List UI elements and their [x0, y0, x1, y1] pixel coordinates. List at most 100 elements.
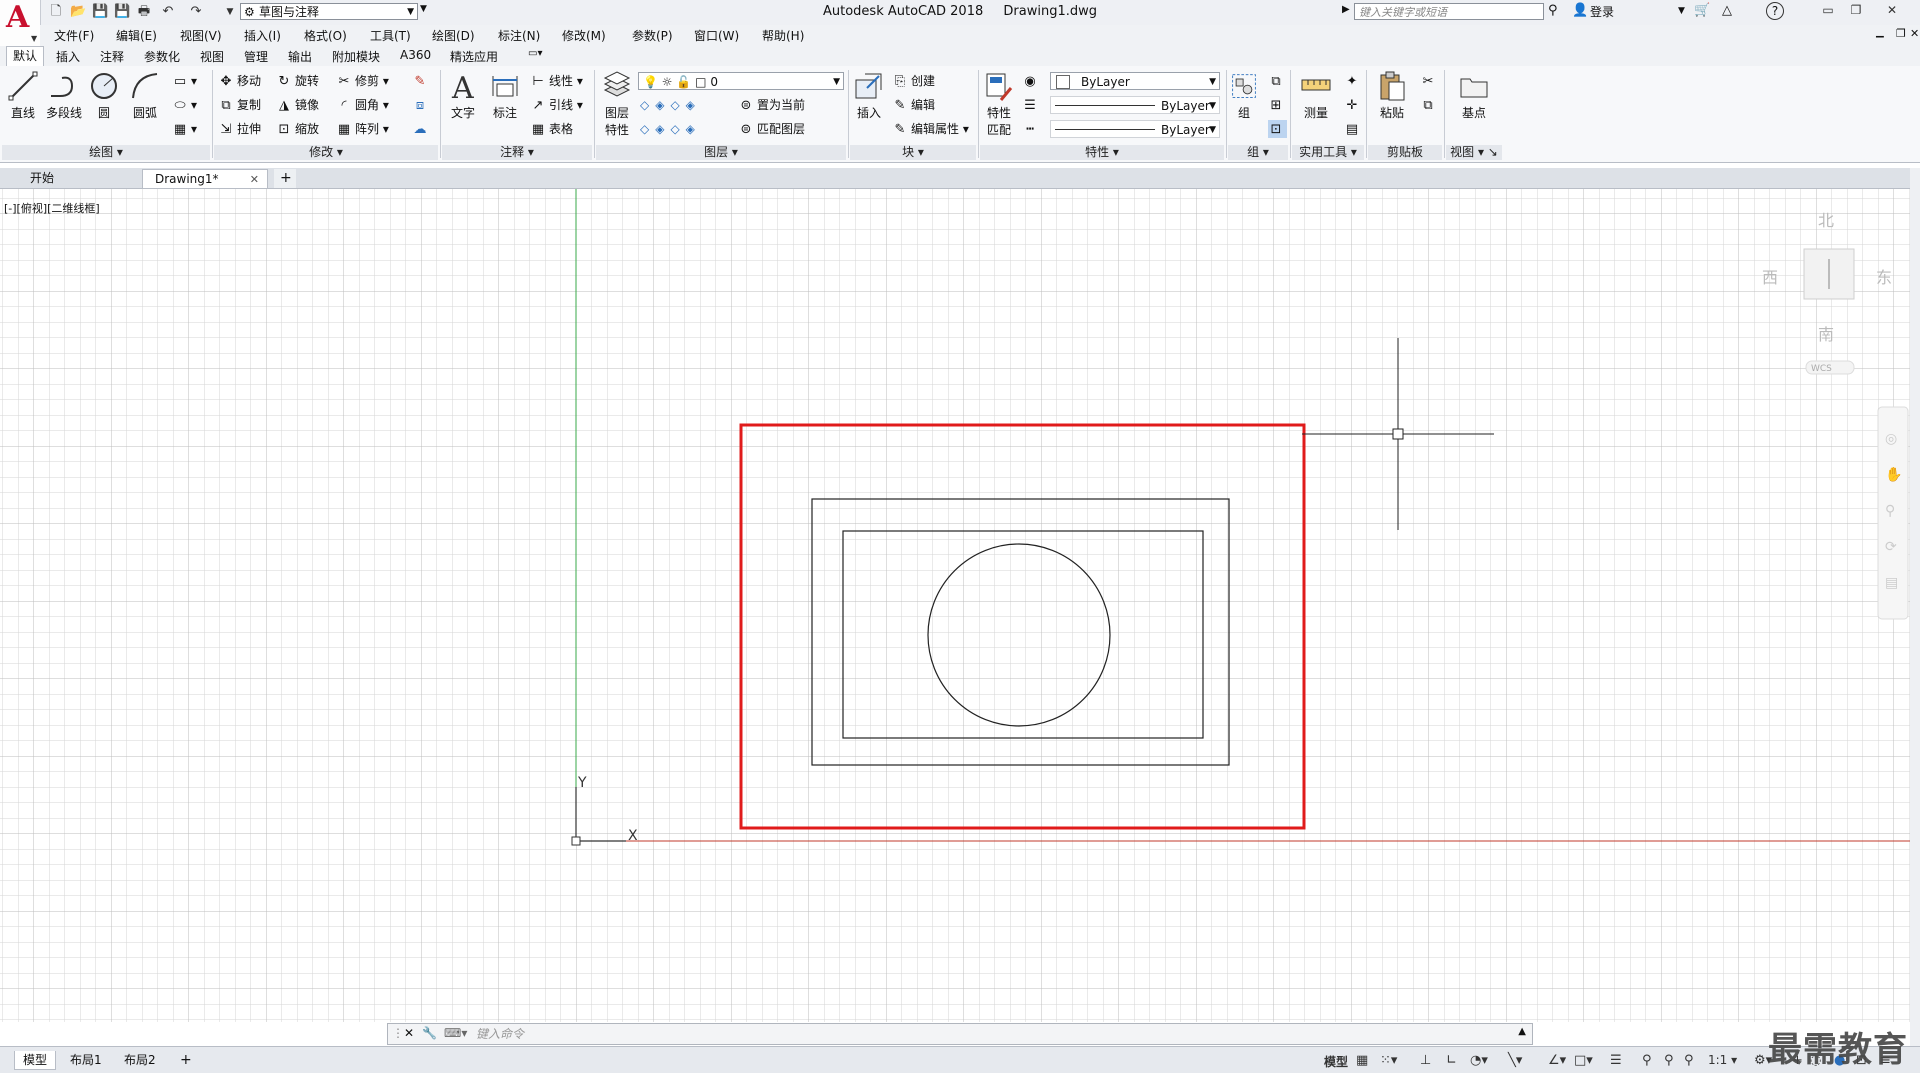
ungroup-icon[interactable]: ⧉ [1268, 72, 1287, 90]
lineweight-icon[interactable]: ☰ [1022, 96, 1041, 114]
close-icon[interactable]: ✕ [1880, 1, 1904, 19]
a360-icon[interactable]: △ [1722, 3, 1732, 18]
command-input[interactable]: 键入命令 [476, 1026, 1516, 1042]
chevron-up-icon[interactable]: ▲ [1518, 1026, 1526, 1037]
menu-insert[interactable]: 插入(I) [244, 27, 281, 44]
save-icon[interactable]: 💾 [92, 4, 108, 20]
quick-access-dropdown-icon[interactable]: ▼ [222, 4, 238, 20]
move-button[interactable]: ✥ 移动 [218, 72, 261, 90]
search-input[interactable]: 键入关键字或短语 [1354, 3, 1544, 20]
create-block-button[interactable]: ⎘ 创建 [892, 72, 935, 90]
model-space-button[interactable]: 模型 [1324, 1053, 1348, 1070]
fillet-button[interactable]: ◜ 圆角 ▾ [336, 96, 388, 114]
calculator-icon[interactable]: ▤ [1344, 120, 1363, 138]
auto-scale-icon[interactable]: ⚲ [1664, 1053, 1674, 1068]
block-panel-title[interactable]: 块 ▾ [850, 145, 976, 160]
boundary-button[interactable]: ▦ ▾ [172, 120, 197, 138]
draw-panel-title[interactable]: 绘图 ▾ [2, 145, 210, 160]
layout-tab-1[interactable]: 布局1 [62, 1051, 110, 1069]
layer-tools-row-2[interactable]: ◇◈◇◈ [640, 120, 701, 138]
cart-icon[interactable]: 🛒 [1694, 3, 1710, 18]
hatch-button[interactable]: ⬭ ▾ [172, 96, 197, 114]
line-button[interactable]: 直线 [6, 70, 40, 121]
minimize-icon[interactable]: ▭ [1816, 1, 1840, 19]
groups-panel-title[interactable]: 组 ▾ [1228, 145, 1288, 160]
close-icon[interactable]: ✕ [404, 1026, 414, 1040]
edit-attributes-button[interactable]: ✎ 编辑属性 ▾ [892, 120, 969, 138]
make-current-button[interactable]: ⊜ 置为当前 [738, 96, 805, 114]
command-prompt-icon[interactable]: ⌨▾ [444, 1026, 467, 1040]
arc-button[interactable]: 圆弧 [128, 70, 162, 121]
copy-clip-icon[interactable]: ⧉ [1420, 96, 1439, 114]
osnap-tracking-icon[interactable]: ∠▾ [1548, 1053, 1566, 1068]
undo-icon[interactable]: ↶ [160, 4, 176, 20]
menu-modify[interactable]: 修改(M) [562, 27, 606, 44]
help-icon[interactable]: ? [1766, 2, 1784, 20]
navigation-bar[interactable]: ◎ ✋ ⚲ ⟳ ▤ [1877, 406, 1909, 620]
trim-button[interactable]: ✂ 修剪 ▾ [336, 72, 389, 90]
doc-close-icon[interactable]: ✕ [1910, 27, 1919, 40]
array-button[interactable]: ▦ 阵列 ▾ [336, 120, 389, 138]
command-line[interactable]: ⋮ ✕ 🔧 ⌨▾ 键入命令 ▲ [387, 1023, 1533, 1045]
ribbon-toggle-icon[interactable]: ▭▾ [528, 48, 542, 59]
layout-tab-2[interactable]: 布局2 [116, 1051, 164, 1069]
tab-parametric[interactable]: 参数化 [144, 48, 180, 65]
group-edit-icon[interactable]: ⊞ [1268, 96, 1287, 114]
menu-format[interactable]: 格式(O) [304, 27, 347, 44]
id-point-icon[interactable]: ✛ [1344, 96, 1363, 114]
polyline-button[interactable]: 多段线 [42, 70, 86, 121]
view-panel-title[interactable]: 视图 ▾ ↘ [1446, 145, 1502, 160]
tab-output[interactable]: 输出 [288, 48, 312, 65]
copy-button[interactable]: ⧉ 复制 [218, 96, 261, 114]
menu-window[interactable]: 窗口(W) [694, 27, 739, 44]
measure-button[interactable]: 测量 [1298, 70, 1334, 121]
polar-icon[interactable]: ◔▾ [1470, 1053, 1488, 1068]
menu-file[interactable]: 文件(F) [54, 27, 94, 44]
menu-draw[interactable]: 绘图(D) [432, 27, 475, 44]
add-layout-button[interactable]: + [172, 1051, 200, 1069]
tab-manage[interactable]: 管理 [244, 48, 268, 65]
restore-icon[interactable]: ❐ [1844, 1, 1868, 19]
binoculars-icon[interactable]: ⚲ [1548, 3, 1558, 18]
application-menu-button[interactable]: A ▼ [0, 0, 41, 48]
layer-properties-button[interactable]: 图层 特性 [600, 70, 634, 138]
edit-block-button[interactable]: ✎ 编辑 [892, 96, 935, 114]
tab-start[interactable]: 开始 [20, 169, 140, 188]
scrollbar-strip[interactable] [1910, 168, 1920, 1048]
group-button[interactable]: 组 [1230, 70, 1258, 121]
tab-addins[interactable]: 附加模块 [332, 48, 380, 65]
quick-select-icon[interactable]: ✦ [1344, 72, 1363, 90]
text-button[interactable]: A 文字 [446, 70, 480, 121]
ortho-icon[interactable]: ∟ [1446, 1053, 1457, 1068]
open-file-icon[interactable]: 📂 [70, 4, 86, 20]
grid-icon[interactable]: ▦ [1356, 1053, 1368, 1068]
match-properties-button[interactable]: 特性 匹配 [982, 70, 1016, 138]
tab-annotate[interactable]: 注释 [100, 48, 124, 65]
rectangle-button[interactable]: ▭ ▾ [172, 72, 197, 90]
doc-minimize-icon[interactable]: ▁ [1876, 27, 1884, 38]
tab-view[interactable]: 视图 [200, 48, 224, 65]
workspace-select[interactable]: ⚙ 草图与注释 ▼ [240, 3, 418, 20]
menu-view[interactable]: 视图(V) [180, 27, 222, 44]
properties-panel-title[interactable]: 特性 ▾ [980, 145, 1224, 160]
offset-button[interactable]: ⧈ [412, 96, 431, 114]
cut-icon[interactable]: ✂ [1420, 72, 1439, 90]
paste-button[interactable]: 粘贴 [1374, 70, 1410, 121]
lineweight-select[interactable]: ByLayer ▼ [1050, 120, 1220, 138]
annotation-panel-title[interactable]: 注释 ▾ [442, 145, 592, 160]
isodraft-icon[interactable]: ╲▾ [1508, 1053, 1522, 1068]
new-file-icon[interactable]: 🗋 [48, 4, 64, 20]
drawing-canvas[interactable]: Y X 北 西 东 南 WCS ◎ ✋ ⚲ ⟳ ▤ [0, 189, 1910, 1022]
linetype-icon[interactable]: ┅ [1022, 120, 1041, 138]
chevron-down-icon[interactable]: ▼ [1678, 6, 1685, 16]
tab-a360[interactable]: A360 [400, 48, 431, 62]
linear-dim-button[interactable]: ⊢ 线性 ▾ [530, 72, 583, 90]
lineweight-toggle-icon[interactable]: ☰ [1610, 1053, 1622, 1068]
annotation-visibility-icon[interactable]: ⚲ [1642, 1053, 1652, 1068]
color-select[interactable]: ByLayer ▼ [1050, 72, 1220, 90]
linetype-select[interactable]: ByLayer ▼ [1050, 96, 1220, 114]
dimension-button[interactable]: 标注 [488, 70, 522, 121]
viewport-controls-label[interactable]: [-][俯视][二维线框] [4, 200, 100, 216]
menu-dimension[interactable]: 标注(N) [498, 27, 540, 44]
scale-button[interactable]: ⊡ 缩放 [276, 120, 319, 138]
